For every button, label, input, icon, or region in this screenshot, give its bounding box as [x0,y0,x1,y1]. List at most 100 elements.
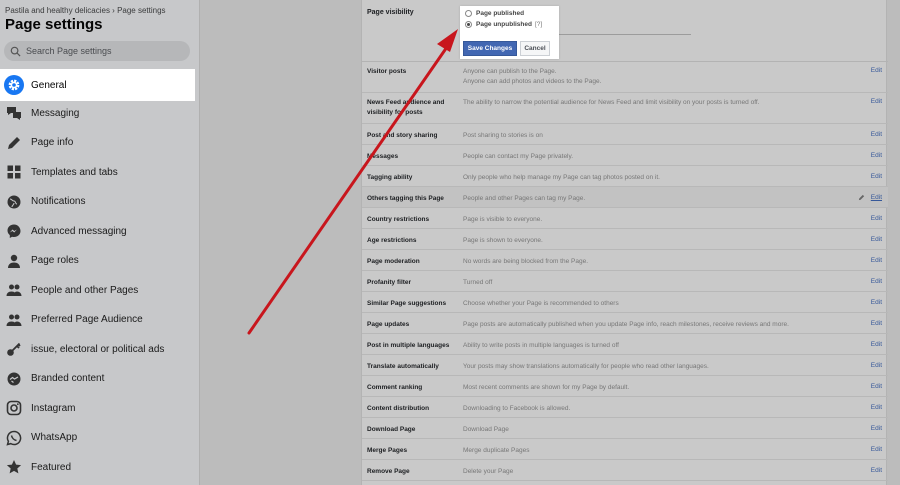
cancel-button[interactable]: Cancel [520,41,550,56]
table-row[interactable]: Download Page Download Page Edit [362,418,888,439]
edit-link[interactable]: Edit [871,194,882,201]
sidebar-item-label: Page info [31,137,74,149]
search-input[interactable] [26,46,186,56]
settings-card: Page visibility Visitor posts Anyone can… [361,0,888,485]
sidebar-item-whatsapp[interactable]: WhatsApp [0,423,200,453]
gear-icon [4,75,24,95]
edit-link[interactable]: Edit [871,98,882,105]
save-changes-button[interactable]: Save Changes [463,41,517,56]
sidebar-item-label: issue, electoral or political ads [31,343,165,355]
help-link[interactable]: [?] [535,21,542,28]
whatsapp-icon [4,428,24,448]
table-row[interactable]: Comment ranking Most recent comments are … [362,376,888,397]
sidebar-item-templates[interactable]: Templates and tabs [0,158,200,188]
sidebar-item-label: People and other Pages [31,284,139,296]
edit-link[interactable]: Edit [871,236,882,243]
sidebar-item-people-pages[interactable]: People and other Pages [0,276,200,306]
sidebar-item-label: General [31,79,67,91]
table-row[interactable]: Others tagging this Page People and othe… [362,187,888,208]
sidebar-item-branded-content[interactable]: Branded content [0,364,200,394]
settings-list: Visitor posts Anyone can publish to the … [362,62,888,481]
key-icon [4,339,24,359]
edit-link[interactable]: Edit [871,341,882,348]
edit-link[interactable]: Edit [871,278,882,285]
messenger-icon [4,221,24,241]
handshake-icon [4,369,24,389]
pencil-icon[interactable] [858,194,865,201]
sidebar-item-political-ads[interactable]: issue, electoral or political ads [0,335,200,365]
radio-page-unpublished[interactable]: Page unpublished [?] [465,21,542,28]
divider [537,34,691,35]
table-row[interactable]: Visitor posts Anyone can publish to the … [362,62,888,93]
audience-icon [4,310,24,330]
sidebar-item-featured[interactable]: Featured [0,453,200,483]
table-row[interactable]: News Feed audience and visibility for po… [362,93,888,124]
page-title: Page settings [5,16,103,33]
table-row[interactable]: Content distribution Downloading to Faceb… [362,397,888,418]
sidebar-item-label: Notifications [31,196,86,208]
edit-link[interactable]: Edit [871,362,882,369]
page-visibility-editor: Page published Page unpublished [?] Save… [460,6,559,59]
sidebar-item-label: Featured [31,461,72,473]
sidebar-item-label: Instagram [31,402,76,414]
edit-link[interactable]: Edit [871,383,882,390]
edit-link[interactable]: Edit [871,446,882,453]
sidebar-item-label: Templates and tabs [31,166,118,178]
sidebar-item-page-roles[interactable]: Page roles [0,246,200,276]
table-row[interactable]: Profanity filter Turned off Edit [362,271,888,292]
sidebar-item-advanced-messaging[interactable]: Advanced messaging [0,217,200,247]
table-row[interactable]: Remove Page Delete your Page Edit [362,460,888,481]
sidebar-item-general[interactable]: General [0,69,195,101]
table-row[interactable]: Tagging ability Only people who help mana… [362,166,888,187]
table-row[interactable]: Translate automatically Your posts may sh… [362,355,888,376]
settings-sidebar: Pastila and healthy delicacies › Page se… [0,0,200,485]
edit-link[interactable]: Edit [871,425,882,432]
edit-link[interactable]: Edit [871,67,882,74]
edit-link[interactable]: Edit [871,131,882,138]
pencil-icon [4,133,24,153]
search-icon [10,46,21,57]
person-icon [4,251,24,271]
edit-link[interactable]: Edit [871,257,882,264]
table-row[interactable]: Post and story sharing Post sharing to st… [362,124,888,145]
grid-icon [4,162,24,182]
table-row[interactable]: Similar Page suggestions Choose whether y… [362,292,888,313]
sidebar-item-notifications[interactable]: Notifications [0,187,200,217]
people-icon [4,280,24,300]
edit-link[interactable]: Edit [871,404,882,411]
radio-button[interactable] [465,10,472,17]
sidebar-nav: General Messaging Page info Templates an… [0,69,200,482]
sidebar-item-label: Page roles [31,255,79,267]
star-icon [4,457,24,477]
table-row[interactable]: Page updates Page posts are automatically… [362,313,888,334]
edit-link[interactable]: Edit [871,215,882,222]
sidebar-item-instagram[interactable]: Instagram [0,394,200,424]
edit-link[interactable]: Edit [871,320,882,327]
sidebar-item-messaging[interactable]: Messaging [0,99,200,129]
sidebar-item-label: WhatsApp [31,432,78,444]
edit-link[interactable]: Edit [871,467,882,474]
sidebar-item-page-info[interactable]: Page info [0,128,200,158]
sidebar-item-label: Advanced messaging [31,225,127,237]
edit-link[interactable]: Edit [871,299,882,306]
edit-link[interactable]: Edit [871,152,882,159]
radio-page-published[interactable]: Page published [465,10,524,17]
page-visibility-row: Page visibility [362,0,888,62]
chat-bubbles-icon [4,103,24,123]
table-row[interactable]: Messages People can contact my Page priva… [362,145,888,166]
globe-icon [4,192,24,212]
table-row[interactable]: Page moderation No words are being blocke… [362,250,888,271]
sidebar-item-preferred-audience[interactable]: Preferred Page Audience [0,305,200,335]
table-row[interactable]: Post in multiple languages Ability to wri… [362,334,888,355]
radio-button[interactable] [465,21,472,28]
table-row[interactable]: Merge Pages Merge duplicate Pages Edit [362,439,888,460]
edit-link[interactable]: Edit [871,173,882,180]
sidebar-item-label: Preferred Page Audience [31,314,143,326]
table-row[interactable]: Country restrictions Page is visible to e… [362,208,888,229]
search-bar[interactable] [4,41,190,61]
page-visibility-label: Page visibility [367,9,414,16]
breadcrumb[interactable]: Pastila and healthy delicacies › Page se… [5,6,166,15]
sidebar-item-label: Messaging [31,107,80,119]
instagram-icon [4,398,24,418]
table-row[interactable]: Age restrictions Page is shown to everyon… [362,229,888,250]
